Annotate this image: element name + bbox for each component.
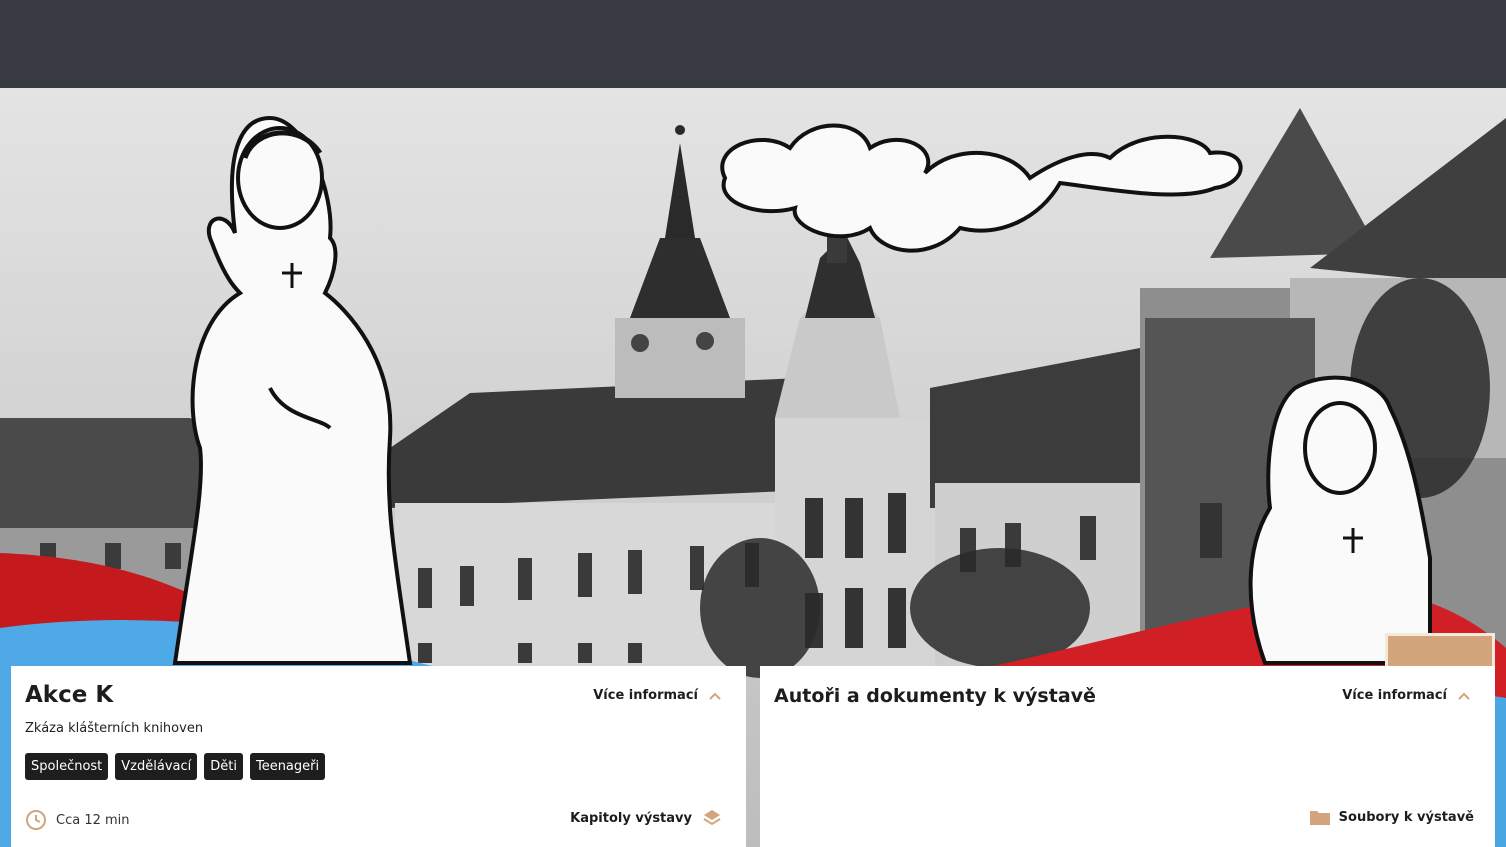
tag-item[interactable]: Vzdělávací <box>115 753 198 780</box>
tag-item[interactable]: Děti <box>204 753 243 780</box>
tag-item[interactable]: Teenageři <box>249 753 326 780</box>
top-bar <box>0 0 1506 88</box>
folder-icon <box>1309 811 1330 825</box>
chapters-link[interactable]: Kapitoly výstavy <box>570 808 722 828</box>
authors-more-info-toggle[interactable]: Více informací <box>1342 688 1471 703</box>
exhibition-subtitle: Zkáza klášterních knihoven <box>25 721 204 736</box>
duration: Cca 12 min <box>25 809 130 831</box>
exhibition-title: Akce K <box>25 682 114 708</box>
chevron-up-icon <box>1458 692 1470 700</box>
tag-list: Společnost Vzdělávací Děti Teenageři <box>25 753 326 780</box>
more-info-label: Více informací <box>593 688 698 703</box>
authors-documents-card: Autoři a dokumenty k výstavě Více inform… <box>760 666 1495 847</box>
authors-title: Autoři a dokumenty k výstavě <box>774 685 1096 707</box>
exhibition-info-card: Akce K Více informací Zkáza klášterních … <box>11 666 746 847</box>
layers-icon <box>703 810 721 826</box>
exhibition-more-info-toggle[interactable]: Více informací <box>593 688 722 703</box>
files-label: Soubory k výstavě <box>1338 809 1474 825</box>
clock-icon <box>26 810 46 830</box>
chevron-up-icon <box>709 692 721 700</box>
duration-text: Cca 12 min <box>56 812 130 828</box>
more-info-label: Více informací <box>1342 688 1447 703</box>
tag-item[interactable]: Společnost <box>25 753 109 780</box>
chapters-label: Kapitoly výstavy <box>570 810 692 826</box>
exhibition-files-link[interactable]: Soubory k výstavě <box>1309 809 1474 825</box>
